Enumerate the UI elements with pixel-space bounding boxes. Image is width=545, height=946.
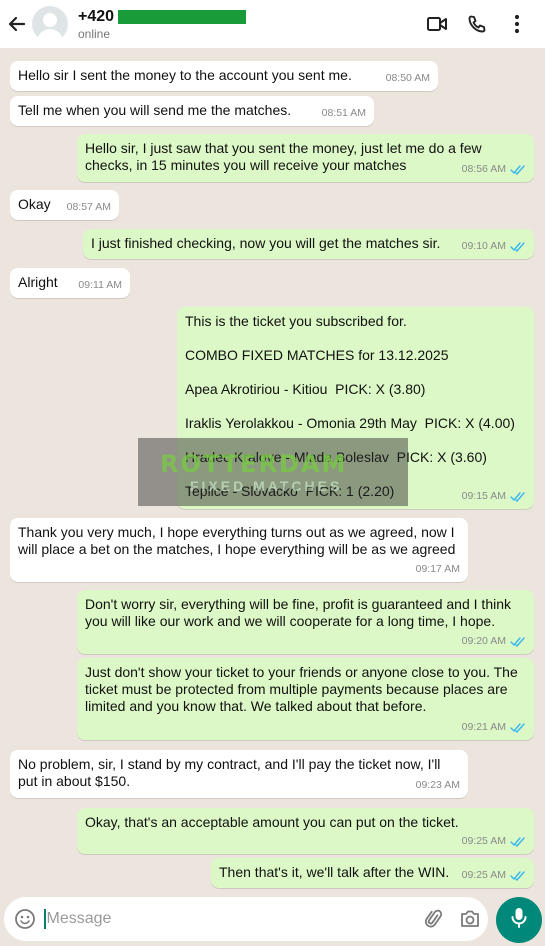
attachment-icon[interactable] xyxy=(416,908,452,930)
video-call-icon[interactable] xyxy=(417,4,457,44)
composer-bar: Message xyxy=(0,894,545,946)
message-incoming[interactable]: Hello sir I sent the money to the accoun… xyxy=(10,61,438,91)
message-time: 08:50 AM xyxy=(385,72,430,84)
message-outgoing[interactable]: Then that's it, we'll talk after the WIN… xyxy=(211,858,534,888)
contact-status: online xyxy=(78,26,111,41)
camera-icon[interactable] xyxy=(452,909,488,929)
contact-info[interactable]: +420 online xyxy=(78,7,247,41)
voice-call-icon[interactable] xyxy=(457,4,497,44)
message-time: 09:20 AM xyxy=(461,635,506,647)
read-ticks-icon xyxy=(510,636,526,647)
message-time: 09:25 AM xyxy=(461,869,506,881)
microphone-button[interactable] xyxy=(496,897,542,943)
message-time: 09:11 AM xyxy=(78,279,122,291)
message-text: Tell me when you will send me the matche… xyxy=(18,102,292,118)
contact-phone: +420 xyxy=(78,7,115,25)
read-ticks-icon xyxy=(510,491,526,502)
read-ticks-icon xyxy=(510,870,526,881)
message-time: 09:23 AM xyxy=(415,779,460,791)
message-time: 08:56 AM xyxy=(461,163,506,175)
read-ticks-icon xyxy=(510,836,526,847)
message-text: No problem, sir, I stand by my contract,… xyxy=(18,756,445,789)
text-caret xyxy=(44,909,46,929)
message-outgoing[interactable]: Hello sir, I just saw that you sent the … xyxy=(77,134,534,182)
message-time: 09:17 AM xyxy=(415,563,460,575)
message-text: Thank you very much, I hope everything t… xyxy=(18,524,459,557)
message-outgoing-ticket[interactable]: This is the ticket you subscribed for. C… xyxy=(177,307,534,509)
message-incoming[interactable]: No problem, sir, I stand by my contract,… xyxy=(10,750,468,798)
message-input[interactable]: Message xyxy=(47,910,417,928)
back-arrow-icon[interactable] xyxy=(2,0,32,48)
message-time: 09:25 AM xyxy=(461,835,506,847)
redaction-bar xyxy=(118,9,247,24)
message-incoming[interactable]: Alright 09:11 AM xyxy=(10,268,130,298)
read-ticks-icon xyxy=(510,722,526,733)
message-text: This is the ticket you subscribed for. C… xyxy=(185,313,515,499)
chat-header: +420 online xyxy=(0,0,545,48)
message-text: Okay, that's an acceptable amount you ca… xyxy=(85,814,459,830)
message-list[interactable]: Hello sir I sent the money to the accoun… xyxy=(0,48,545,894)
message-outgoing[interactable]: Just don't show your ticket to your frie… xyxy=(77,658,534,740)
message-text: Hello sir, I just saw that you sent the … xyxy=(85,140,486,173)
read-ticks-icon xyxy=(510,241,526,252)
message-time: 09:21 AM xyxy=(461,721,506,733)
more-options-icon[interactable] xyxy=(497,4,537,44)
message-outgoing[interactable]: I just finished checking, now you will g… xyxy=(83,229,534,259)
message-time: 09:10 AM xyxy=(461,240,506,252)
avatar[interactable] xyxy=(32,6,68,42)
message-text: Don't worry sir, everything will be fine… xyxy=(85,596,515,629)
emoji-icon[interactable] xyxy=(6,908,44,930)
message-text: Hello sir I sent the money to the accoun… xyxy=(18,67,352,83)
message-time: 09:15 AM xyxy=(461,490,506,502)
read-ticks-icon xyxy=(510,164,526,175)
message-incoming[interactable]: Tell me when you will send me the matche… xyxy=(10,96,374,126)
message-time: 08:57 AM xyxy=(66,201,111,213)
microphone-icon xyxy=(510,907,528,934)
message-input-box[interactable]: Message xyxy=(4,897,488,941)
message-outgoing[interactable]: Don't worry sir, everything will be fine… xyxy=(77,590,534,654)
message-time: 08:51 AM xyxy=(321,107,366,119)
message-outgoing[interactable]: Okay, that's an acceptable amount you ca… xyxy=(77,808,534,854)
message-text: Just don't show your ticket to your frie… xyxy=(85,664,522,714)
message-incoming[interactable]: Thank you very much, I hope everything t… xyxy=(10,518,468,582)
message-incoming[interactable]: Okay 08:57 AM xyxy=(10,190,119,220)
